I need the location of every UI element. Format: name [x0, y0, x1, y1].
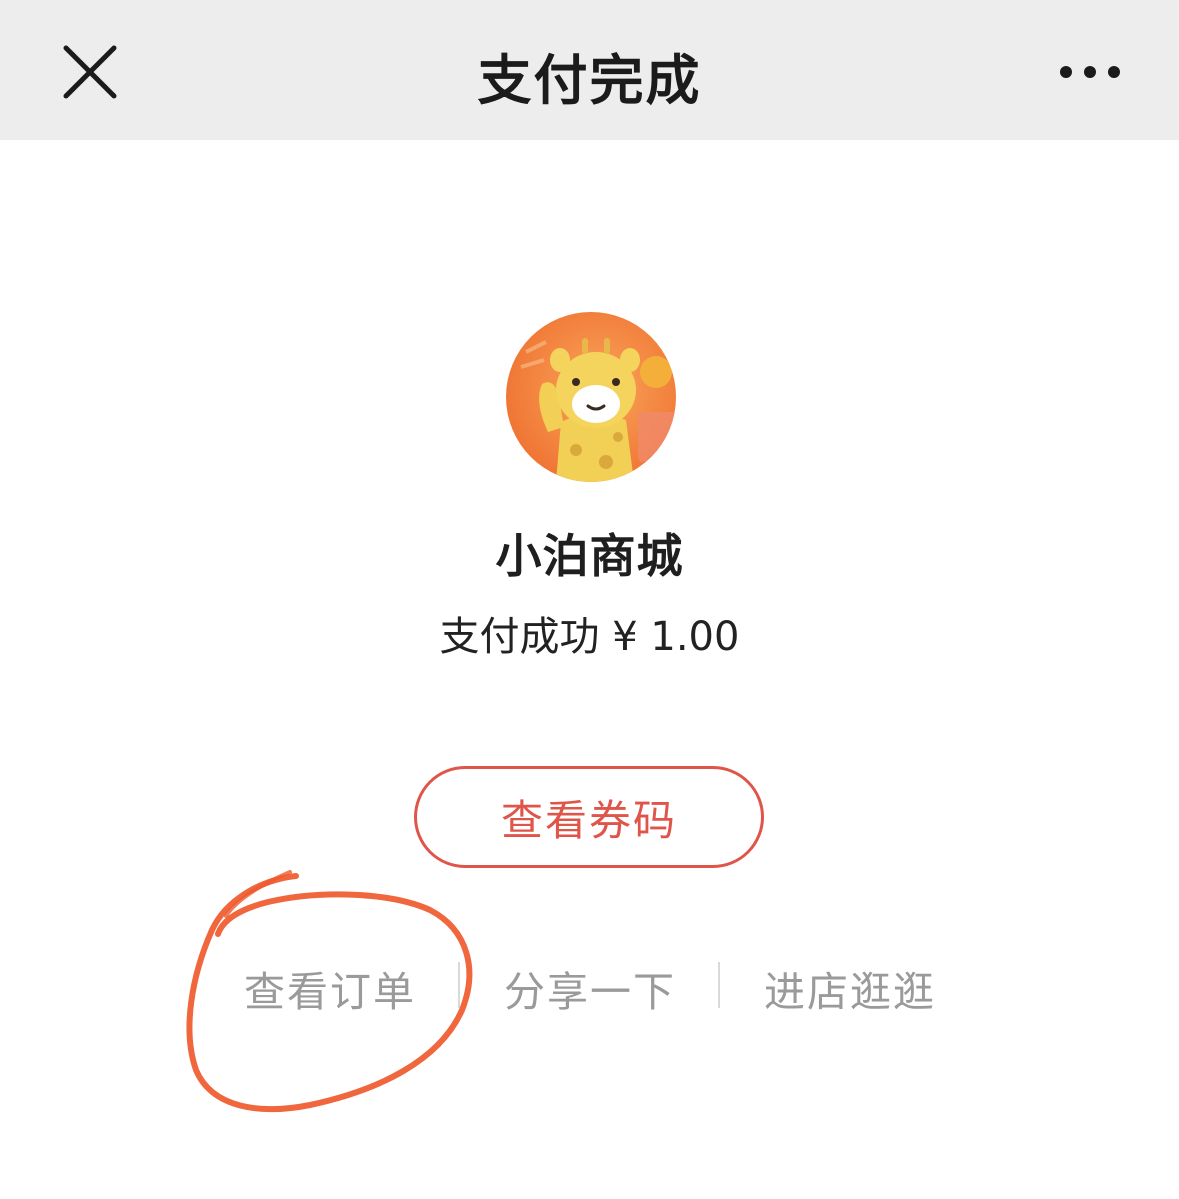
view-coupon-button[interactable]: 查看券码 [414, 766, 764, 868]
top-navigation-bar: 支付完成 [0, 0, 1179, 140]
share-link[interactable]: 分享一下 [504, 958, 676, 1018]
merchant-name: 小泊商城 [495, 529, 684, 583]
more-dots-icon [1060, 66, 1120, 78]
view-order-link[interactable]: 查看订单 [244, 958, 416, 1018]
divider [458, 962, 460, 1008]
divider [718, 962, 720, 1008]
page-title: 支付完成 [477, 49, 702, 112]
giraffe-mascot-image [506, 312, 676, 482]
hand-drawn-circle-annotation [186, 870, 473, 1113]
visit-store-link[interactable]: 进店逛逛 [764, 958, 936, 1018]
payment-status: 支付成功 ¥ 1.00 [439, 614, 740, 660]
merchant-avatar [506, 312, 676, 482]
payment-complete-page: 支付完成 小泊商城 支付成功 ¥ 1.00 查看券码 查看订单 分享一下 进店逛… [0, 0, 1179, 1199]
more-button[interactable] [1050, 54, 1130, 90]
